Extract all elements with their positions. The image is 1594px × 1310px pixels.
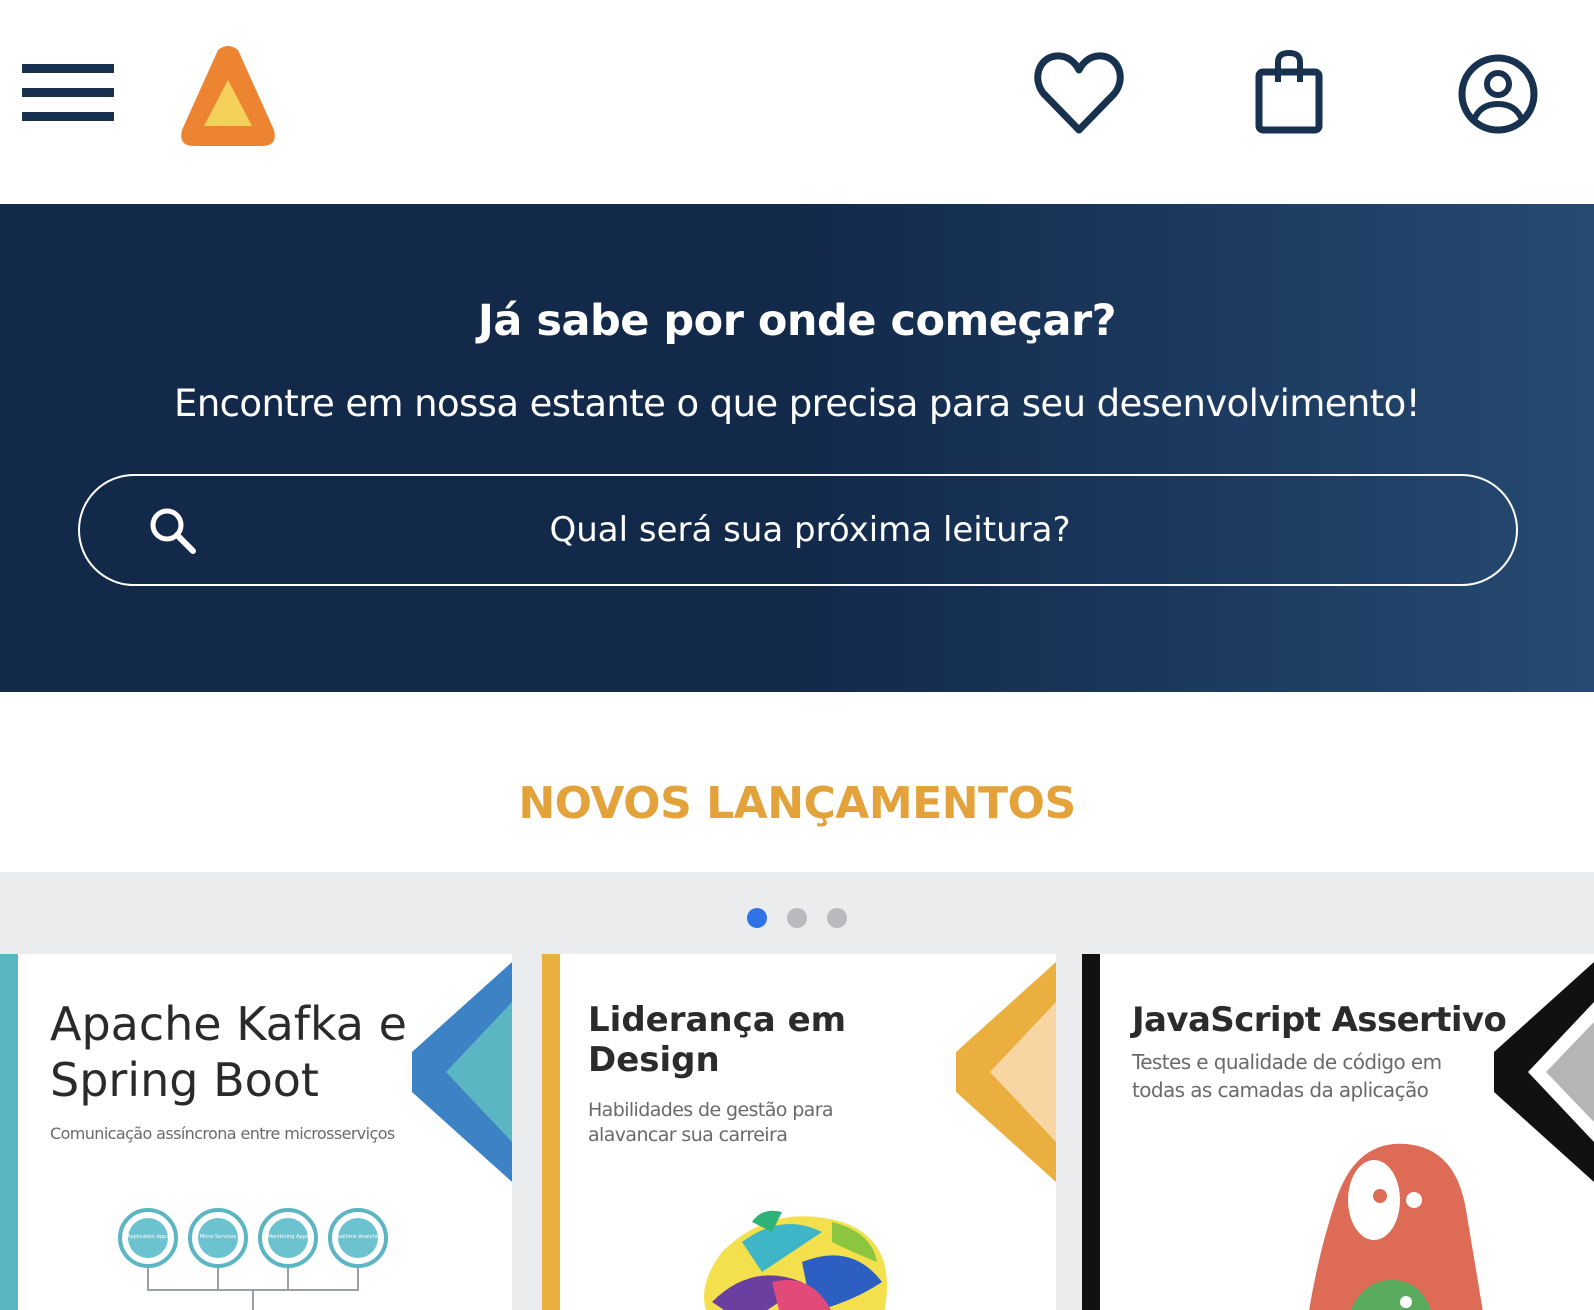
menu-bar [22,88,114,97]
top-header [0,0,1594,204]
carousel-dots [0,908,1594,928]
cart-button[interactable] [1254,49,1326,138]
book-card-javascript[interactable]: JavaScript Assertivo Testes e qualidade … [1082,954,1594,1310]
microservices-diagram: Application Apps Micro Services Monitori… [118,1208,388,1310]
heart-icon [1034,52,1124,134]
book-spine [1082,954,1100,1310]
search-bar[interactable] [78,474,1518,586]
chevron-decoration [1494,962,1594,1182]
menu-button[interactable] [22,62,114,124]
hero-banner: Já sabe por onde começar? Encontre em no… [0,204,1594,692]
carousel-dot-1[interactable] [747,908,767,928]
book-subtitle: Testes e qualidade de código em todas as… [1132,1050,1442,1102]
hero-title: Já sabe por onde começar? [477,296,1117,346]
diagram-node-label: Application Apps [127,1234,169,1240]
account-button[interactable] [1456,50,1540,138]
carousel-dot-2[interactable] [787,908,807,928]
book-card-kafka[interactable]: Apache Kafka e Spring Boot Comunicação a… [0,954,512,1310]
user-circle-icon [1458,54,1538,134]
chevron-decoration [956,962,1056,1182]
search-icon [150,508,196,554]
book-subtitle: Comunicação assíncrona entre microsservi… [50,1124,395,1143]
releases-title: NOVOS LANÇAMENTOS [518,778,1076,829]
ghost-mascot-illustration [1309,1143,1483,1310]
book-spine [0,954,18,1310]
diagram-node-label: Realtime Analytics [335,1234,382,1240]
hero-subtitle: Encontre em nossa estante o que precisa … [174,382,1421,425]
book-title: Liderança em Design [588,1000,847,1080]
favorites-button[interactable] [1034,50,1124,138]
carousel-dot-3[interactable] [827,908,847,928]
book-card-design[interactable]: Liderança em Design Habilidades de gestã… [542,954,1056,1310]
menu-bar [22,64,114,73]
diagram-node-label: Micro Services [200,1234,237,1240]
book-spine [542,954,560,1310]
book-carousel[interactable]: Apache Kafka e Spring Boot Comunicação a… [0,872,1594,1310]
book-subtitle: Habilidades de gestão para alavancar sua… [588,1099,834,1146]
triangle-logo-icon[interactable] [178,46,278,148]
shopping-bag-icon [1255,49,1323,134]
search-input[interactable] [240,476,1380,584]
book-title: Apache Kafka e Spring Boot [50,997,407,1107]
menu-bar [22,112,114,121]
book-title: JavaScript Assertivo [1132,1000,1507,1040]
diagram-node-label: Monitoring Apps [268,1234,309,1240]
brush-strokes-illustration [704,1210,887,1310]
chevron-decoration [412,962,512,1182]
